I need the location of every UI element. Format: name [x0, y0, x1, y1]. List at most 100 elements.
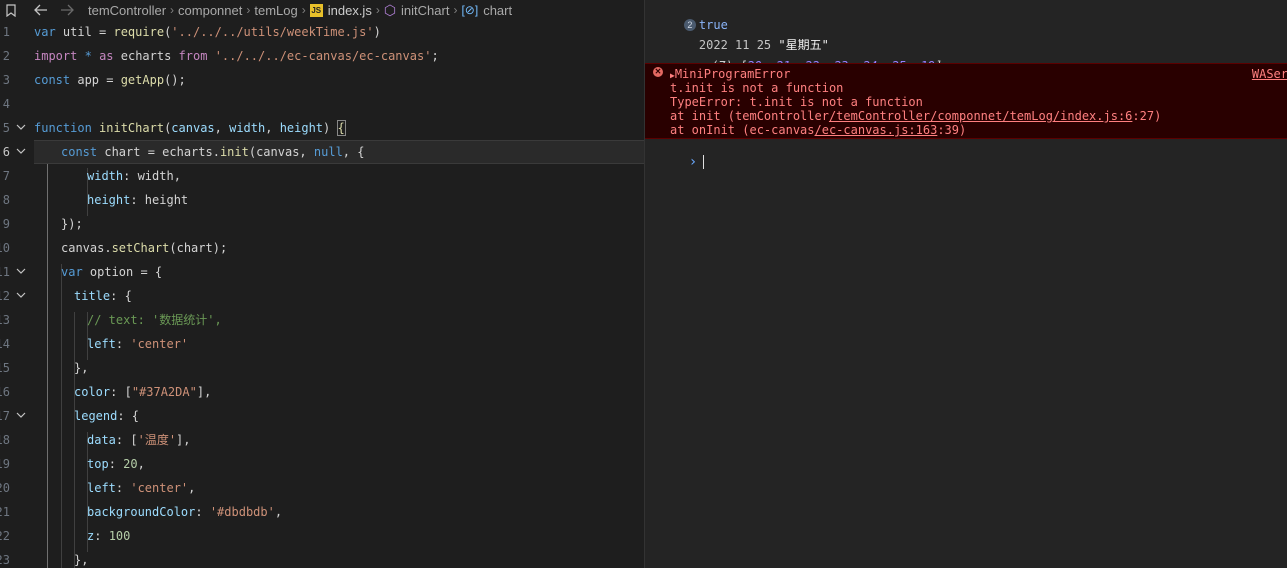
bookmark-icon[interactable] [2, 3, 20, 17]
code-line[interactable]: 8 height: height [0, 188, 644, 212]
code-token: var [61, 265, 83, 279]
line-number: 8 [2, 193, 10, 207]
breadcrumb-separator: › [246, 3, 251, 17]
error-source-link[interactable]: WASer [1252, 67, 1287, 81]
breadcrumb-item-temcontroller[interactable]: temController [88, 3, 166, 18]
code-line[interactable]: 17 legend: { [0, 404, 644, 428]
error-title: MiniProgramError [674, 67, 791, 81]
code-token: ], [196, 385, 212, 399]
code-line[interactable]: 4 [0, 92, 644, 116]
code-text: top: 20, [87, 452, 145, 476]
code-line[interactable]: 18 data: ['温度'], [0, 428, 644, 452]
code-token: setChart [111, 241, 170, 255]
code-token: util = [55, 25, 114, 39]
breadcrumb: temController › componnet › temLog › JS … [0, 0, 644, 20]
code-text: }, [74, 548, 88, 568]
code-text: title: { [74, 284, 132, 308]
line-number: 7 [2, 169, 10, 183]
code-token: initChart [99, 121, 165, 135]
code-token: const [34, 73, 71, 87]
code-line[interactable]: 19 top: 20, [0, 452, 644, 476]
breadcrumb-item-temlog[interactable]: temLog [254, 3, 297, 18]
breadcrumb-item-initchart[interactable]: initChart [401, 3, 449, 18]
code-line[interactable]: 9}); [0, 212, 644, 236]
forward-arrow-icon[interactable] [54, 4, 80, 16]
code-token: var [34, 25, 56, 39]
chevron-down-icon[interactable] [16, 142, 26, 166]
line-number: 21 [0, 505, 10, 519]
code-token: : { [110, 289, 132, 303]
code-token: : [ [110, 385, 132, 399]
line-number: 9 [2, 217, 10, 231]
stack-frame-1-prefix: at init (temController [670, 109, 829, 123]
line-number: 19 [0, 457, 10, 471]
code-line[interactable]: 14 left: 'center' [0, 332, 644, 356]
code-token: 100 [108, 529, 131, 543]
code-line[interactable]: 1 var util = require('../../../utils/week… [0, 20, 644, 44]
code-token: init [219, 145, 249, 159]
code-line[interactable]: 22 z: 100 [0, 524, 644, 548]
code-text: backgroundColor: '#dbdbdb', [87, 500, 282, 524]
code-token: app = [70, 73, 121, 87]
chevron-down-icon[interactable] [16, 286, 26, 310]
code-token: "#37A2DA" [131, 385, 197, 399]
error-x-icon: ✕ [653, 67, 663, 77]
code-line[interactable]: 13 // text: '数据统计', [0, 308, 644, 332]
code-line[interactable]: 7 width: width, [0, 164, 644, 188]
code-line[interactable]: 6 const chart = echarts.init(canvas, null… [0, 140, 644, 164]
breadcrumb-item-chart[interactable]: chart [483, 3, 512, 18]
console-panel[interactable]: 2true 2022 11 25 "星期五" ▶ (7) [20, 21, 22… [644, 0, 1287, 568]
chevron-down-icon[interactable] [16, 262, 26, 286]
chevron-down-icon[interactable] [16, 118, 26, 142]
code-line[interactable]: 3 const app = getApp(); [0, 68, 644, 92]
code-token: option = { [82, 265, 163, 279]
code-token: : [195, 505, 210, 519]
stack-frame-2-suffix: :39) [937, 123, 967, 137]
line-number: 6 [2, 145, 10, 159]
code-token: ) [323, 121, 338, 135]
breadcrumb-item-componnet[interactable]: componnet [178, 3, 242, 18]
code-token: '../../../utils/weekTime.js' [171, 25, 374, 39]
console-input[interactable]: › [655, 141, 705, 183]
code-token: backgroundColor [87, 505, 196, 519]
code-token: null [313, 145, 343, 159]
code-line[interactable]: 11 var option = { [0, 260, 644, 284]
code-text: const app = getApp(); [34, 68, 186, 92]
code-line[interactable]: 15}, [0, 356, 644, 380]
chevron-down-icon[interactable] [16, 406, 26, 430]
function-cube-icon: ⬡ [383, 1, 397, 18]
code-token: // text: '数据统计', [87, 313, 222, 327]
code-token: '../../../ec-canvas/ec-canvas' [214, 49, 432, 63]
code-line[interactable]: 12 title: { [0, 284, 644, 308]
stack-frame-2-link[interactable]: /ec-canvas.js:163 [815, 123, 938, 137]
code-token: , [188, 481, 196, 495]
code-line[interactable]: 23}, [0, 548, 644, 568]
code-text: var option = { [61, 260, 162, 284]
back-arrow-icon[interactable] [28, 4, 54, 16]
code-line[interactable]: 21 backgroundColor: '#dbdbdb', [0, 500, 644, 524]
stack-frame-1-suffix: :27) [1132, 109, 1162, 123]
code-text: // text: '数据统计', [87, 308, 222, 332]
code-line[interactable]: 16 color: ["#37A2DA"], [0, 380, 644, 404]
code-line[interactable]: 2 import * as echarts from '../../../ec-c… [0, 44, 644, 68]
code-line[interactable]: 5 function initChart(canvas, width, heigh… [0, 116, 644, 140]
code-text: }); [61, 212, 83, 236]
breadcrumb-separator: › [375, 3, 380, 17]
code-editor[interactable]: temController › componnet › temLog › JS … [0, 0, 644, 568]
breadcrumb-item-file[interactable]: index.js [328, 3, 372, 18]
code-token: ) [373, 25, 381, 39]
code-text: function initChart(canvas, width, height… [34, 116, 346, 140]
code-line[interactable]: 20 left: 'center', [0, 476, 644, 500]
line-number: 4 [2, 97, 10, 111]
line-number: 13 [0, 313, 10, 327]
code-token: top [87, 457, 109, 471]
stack-frame-2-prefix: at onInit (ec-canvas [670, 123, 815, 137]
code-text: }, [74, 356, 88, 380]
code-token: '#dbdbdb' [209, 505, 275, 519]
line-number: 2 [2, 49, 10, 63]
code-token: ], [176, 433, 191, 447]
code-token: , [274, 505, 283, 519]
code-line[interactable]: 10 canvas.setChart(chart); [0, 236, 644, 260]
stack-frame-1-link[interactable]: /temController/componnet/temLog/index.js… [829, 109, 1132, 123]
